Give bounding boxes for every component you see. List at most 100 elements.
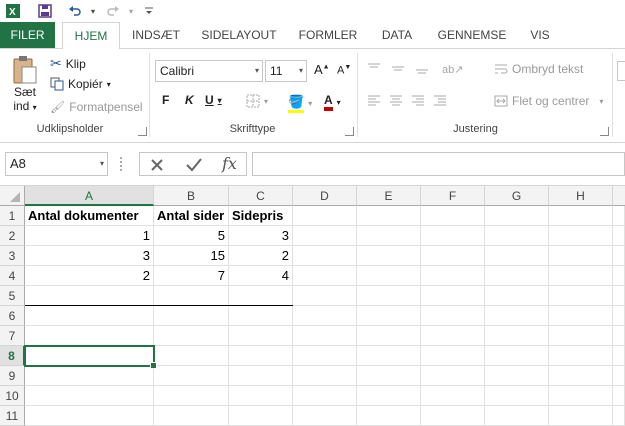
fill-handle[interactable] [150, 362, 157, 369]
cell-b5[interactable] [154, 286, 229, 306]
cell-g8[interactable] [485, 346, 549, 366]
cell-d10[interactable] [293, 386, 357, 406]
cell-h2[interactable] [549, 226, 613, 246]
cell-c6[interactable] [229, 306, 293, 326]
cell-e3[interactable] [357, 246, 421, 266]
cell-e4[interactable] [357, 266, 421, 286]
cell-g6[interactable] [485, 306, 549, 326]
cell-h1[interactable] [549, 206, 613, 226]
cell-a2[interactable]: 1 [25, 226, 154, 246]
tab-insert[interactable]: INDSÆT [125, 22, 187, 48]
cell-c4[interactable]: 4 [229, 266, 293, 286]
cell-f6[interactable] [421, 306, 485, 326]
italic-button[interactable]: K [185, 93, 194, 107]
tab-review[interactable]: GENNEMSE [432, 22, 512, 48]
cell-e9[interactable] [357, 366, 421, 386]
cut-button[interactable]: ✂ Klip [50, 55, 86, 72]
cell-c2[interactable]: 3 [229, 226, 293, 246]
cell-b9[interactable] [154, 366, 229, 386]
cell-e8[interactable] [357, 346, 421, 366]
tab-page-layout[interactable]: SIDELAYOUT [196, 22, 282, 48]
font-launcher-icon[interactable] [345, 127, 354, 136]
cell-d7[interactable] [293, 326, 357, 346]
cell-e10[interactable] [357, 386, 421, 406]
customize-icon[interactable] [140, 2, 158, 20]
underline-button[interactable]: U ▾ [205, 93, 222, 107]
cell-b4[interactable]: 7 [154, 266, 229, 286]
cell-b2[interactable]: 5 [154, 226, 229, 246]
fill-color-button[interactable]: 🪣 ▾ [288, 94, 312, 113]
bold-button[interactable]: F [162, 93, 169, 107]
cell-b10[interactable] [154, 386, 229, 406]
cell-x3[interactable] [613, 246, 625, 266]
cell-g11[interactable] [485, 406, 549, 426]
cell-b7[interactable] [154, 326, 229, 346]
cell-f3[interactable] [421, 246, 485, 266]
cell-h5[interactable] [549, 286, 613, 306]
cell-a1[interactable]: Antal dokumenter [25, 206, 154, 226]
cell-f4[interactable] [421, 266, 485, 286]
font-size-box[interactable]: 11 ▾ [265, 60, 307, 82]
cell-e6[interactable] [357, 306, 421, 326]
cell-g3[interactable] [485, 246, 549, 266]
active-cell-selection[interactable] [24, 345, 157, 369]
tab-view[interactable]: VIS [522, 22, 558, 48]
tab-home[interactable]: HJEM [62, 22, 120, 50]
cell-x8[interactable] [613, 346, 625, 366]
cell-e1[interactable] [357, 206, 421, 226]
paste-button[interactable]: Sæt ind ▾ [8, 55, 42, 115]
cell-x6[interactable] [613, 306, 625, 326]
cell-a9[interactable] [25, 366, 154, 386]
cell-d2[interactable] [293, 226, 357, 246]
cancel-icon[interactable] [149, 157, 165, 173]
enter-check-icon[interactable] [185, 157, 203, 173]
cell-d11[interactable] [293, 406, 357, 426]
redo-dropdown-icon[interactable]: ▾ [122, 2, 140, 20]
cell-x1[interactable] [613, 206, 625, 226]
cell-c1[interactable]: Sidepris [229, 206, 293, 226]
tab-data[interactable]: DATA [375, 22, 419, 48]
cell-e2[interactable] [357, 226, 421, 246]
cell-x10[interactable] [613, 386, 625, 406]
cell-d1[interactable] [293, 206, 357, 226]
cell-a6[interactable] [25, 306, 154, 326]
cell-c8[interactable] [229, 346, 293, 366]
cell-g1[interactable] [485, 206, 549, 226]
cell-b11[interactable] [154, 406, 229, 426]
cell-h3[interactable] [549, 246, 613, 266]
cell-a3[interactable]: 3 [25, 246, 154, 266]
name-box[interactable]: A8 ▾ [5, 152, 108, 176]
font-name-box[interactable]: Calibri ▾ [155, 60, 263, 82]
alignment-launcher-icon[interactable] [600, 127, 609, 136]
cell-x11[interactable] [613, 406, 625, 426]
cell-a4[interactable]: 2 [25, 266, 154, 286]
cell-g4[interactable] [485, 266, 549, 286]
cell-h8[interactable] [549, 346, 613, 366]
cell-a10[interactable] [25, 386, 154, 406]
cell-e7[interactable] [357, 326, 421, 346]
cell-f8[interactable] [421, 346, 485, 366]
cell-a7[interactable] [25, 326, 154, 346]
cell-c10[interactable] [229, 386, 293, 406]
cell-g2[interactable] [485, 226, 549, 246]
spreadsheet-grid[interactable]: A B C D E F G H 1 2 3 4 5 6 7 8 9 10 11 … [0, 186, 625, 426]
decrease-font-size-button[interactable]: A▼ [337, 64, 351, 77]
cell-c7[interactable] [229, 326, 293, 346]
cell-c3[interactable]: 2 [229, 246, 293, 266]
cell-g9[interactable] [485, 366, 549, 386]
cell-f2[interactable] [421, 226, 485, 246]
cell-c11[interactable] [229, 406, 293, 426]
increase-font-size-button[interactable]: A▲ [314, 62, 330, 77]
number-format-box[interactable] [617, 61, 625, 81]
cell-d8[interactable] [293, 346, 357, 366]
cell-d9[interactable] [293, 366, 357, 386]
cell-b1[interactable]: Antal sider [154, 206, 229, 226]
formula-input[interactable] [252, 152, 625, 176]
cell-f9[interactable] [421, 366, 485, 386]
cell-d4[interactable] [293, 266, 357, 286]
cell-g10[interactable] [485, 386, 549, 406]
cell-a11[interactable] [25, 406, 154, 426]
tab-file[interactable]: FILER [0, 22, 55, 48]
undo-icon[interactable] [66, 2, 84, 20]
cell-b3[interactable]: 15 [154, 246, 229, 266]
